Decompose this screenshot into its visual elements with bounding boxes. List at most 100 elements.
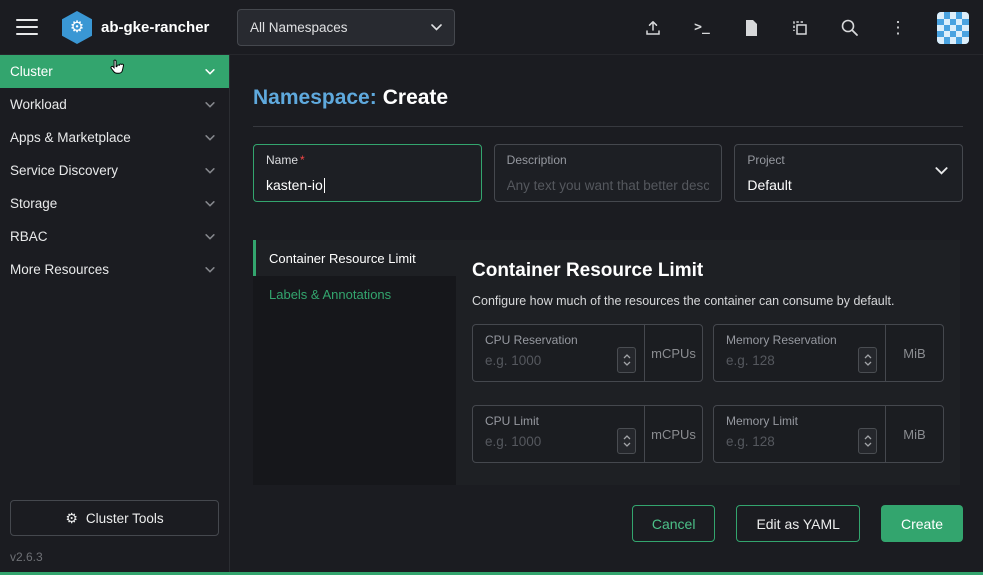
search-icon[interactable] [839,18,859,38]
cpu-limit-field: CPU Limit mCPUs [472,405,703,463]
version-label: v2.6.3 [10,550,43,564]
chevron-down-icon [935,167,948,175]
stepper-down-icon [623,361,631,366]
project-select[interactable]: Project Default [734,144,963,202]
memory-reservation-input[interactable] [726,353,852,368]
sidebar-item-service-discovery[interactable]: Service Discovery [0,154,229,187]
namespace-filter-value: All Namespaces [250,20,348,35]
upload-icon[interactable] [643,18,663,38]
cluster-tools-label: Cluster Tools [86,511,164,526]
cluster-name: ab-gke-rancher [101,19,209,36]
chevron-down-icon [205,135,215,141]
panel-description: Configure how much of the resources the … [472,294,944,308]
number-stepper[interactable] [617,428,636,454]
unit-label: mCPUs [644,325,702,381]
unit-label: mCPUs [644,406,702,462]
number-stepper[interactable] [617,347,636,373]
sidebar: Cluster Workload Apps & Marketplace Serv… [0,55,230,575]
sidebar-item-label: Workload [10,97,67,112]
cpu-reservation-field: CPU Reservation mCPUs [472,324,703,382]
memory-limit-field: Memory Limit MiB [713,405,944,463]
stepper-up-icon [623,435,631,440]
sidebar-item-apps-marketplace[interactable]: Apps & Marketplace [0,121,229,154]
number-stepper[interactable] [858,428,877,454]
stepper-down-icon [864,442,872,447]
number-stepper[interactable] [858,347,877,373]
top-header: ⚙ ab-gke-rancher All Namespaces >_ [0,0,983,55]
sidebar-item-workload[interactable]: Workload [0,88,229,121]
tab-nav: Container Resource Limit Labels & Annota… [253,240,456,485]
cancel-button[interactable]: Cancel [632,505,716,542]
project-label: Project [747,153,950,167]
tab-content: Container Resource Limit Configure how m… [456,240,960,485]
create-button[interactable]: Create [881,505,963,542]
chevron-down-icon [205,69,215,75]
stepper-down-icon [864,361,872,366]
memory-limit-label: Memory Limit [726,414,877,428]
required-asterisk: * [300,153,305,167]
page-title-resource: Namespace: [253,86,377,109]
chevron-down-icon [205,201,215,207]
memory-limit-input[interactable] [726,434,852,449]
sidebar-item-storage[interactable]: Storage [0,187,229,220]
name-input[interactable]: kasten-io [266,177,469,193]
sidebar-item-label: Storage [10,196,57,211]
unit-label: MiB [885,406,943,462]
stepper-up-icon [623,354,631,359]
sidebar-item-cluster[interactable]: Cluster [0,55,229,88]
avatar[interactable] [937,12,969,44]
cpu-reservation-input[interactable] [485,353,611,368]
kebab-menu-icon[interactable]: ⋮ [888,18,908,38]
cpu-reservation-label: CPU Reservation [485,333,636,347]
tab-container-resource-limit[interactable]: Container Resource Limit [253,240,456,276]
name-label: Name* [266,153,469,167]
cluster-tools-button[interactable]: ⚙ Cluster Tools [10,500,219,536]
page-title-action: Create [383,86,448,109]
stepper-up-icon [864,354,872,359]
menu-icon[interactable] [16,19,38,35]
description-input[interactable] [507,178,710,193]
tab-label: Labels & Annotations [269,287,391,302]
chevron-down-icon [205,168,215,174]
sidebar-item-more-resources[interactable]: More Resources [0,253,229,286]
name-field[interactable]: Name* kasten-io [253,144,482,202]
rancher-app: ⚙ ab-gke-rancher All Namespaces >_ [0,0,983,575]
title-divider [253,126,963,127]
gear-icon: ⚙ [65,511,78,525]
panel-heading: Container Resource Limit [472,260,944,282]
sidebar-item-label: Apps & Marketplace [10,130,131,145]
cluster-logo-icon[interactable]: ⚙ [62,11,92,44]
file-icon[interactable] [741,18,761,38]
chevron-down-icon [205,267,215,273]
cpu-limit-input[interactable] [485,434,611,449]
project-value: Default [747,177,950,193]
cpu-limit-label: CPU Limit [485,414,636,428]
terminal-icon[interactable]: >_ [692,18,712,38]
stepper-up-icon [864,435,872,440]
chevron-down-icon [205,234,215,240]
sidebar-item-label: Cluster [10,64,53,79]
memory-reservation-label: Memory Reservation [726,333,877,347]
description-label: Description [507,153,710,167]
namespace-filter-select[interactable]: All Namespaces [237,9,455,46]
sidebar-item-label: More Resources [10,262,109,277]
sidebar-item-rbac[interactable]: RBAC [0,220,229,253]
chevron-down-icon [431,24,442,31]
gear-icon: ⚙ [70,20,84,36]
unit-label: MiB [885,325,943,381]
chevron-down-icon [205,102,215,108]
copy-icon[interactable] [790,18,810,38]
sidebar-item-label: Service Discovery [10,163,118,178]
tab-label: Container Resource Limit [269,251,416,266]
header-actions: >_ ⋮ [643,0,969,55]
memory-reservation-field: Memory Reservation MiB [713,324,944,382]
stepper-down-icon [623,442,631,447]
text-caret [324,178,326,193]
namespace-form-row: Name* kasten-io Description Project Defa… [253,144,963,202]
sidebar-item-label: RBAC [10,229,48,244]
resource-fields-grid: CPU Reservation mCPUs Memory Res [472,324,944,463]
page-title: Namespace: Create [253,86,448,110]
edit-as-yaml-button[interactable]: Edit as YAML [736,505,860,542]
tab-labels-annotations[interactable]: Labels & Annotations [253,276,456,312]
description-field[interactable]: Description [494,144,723,202]
